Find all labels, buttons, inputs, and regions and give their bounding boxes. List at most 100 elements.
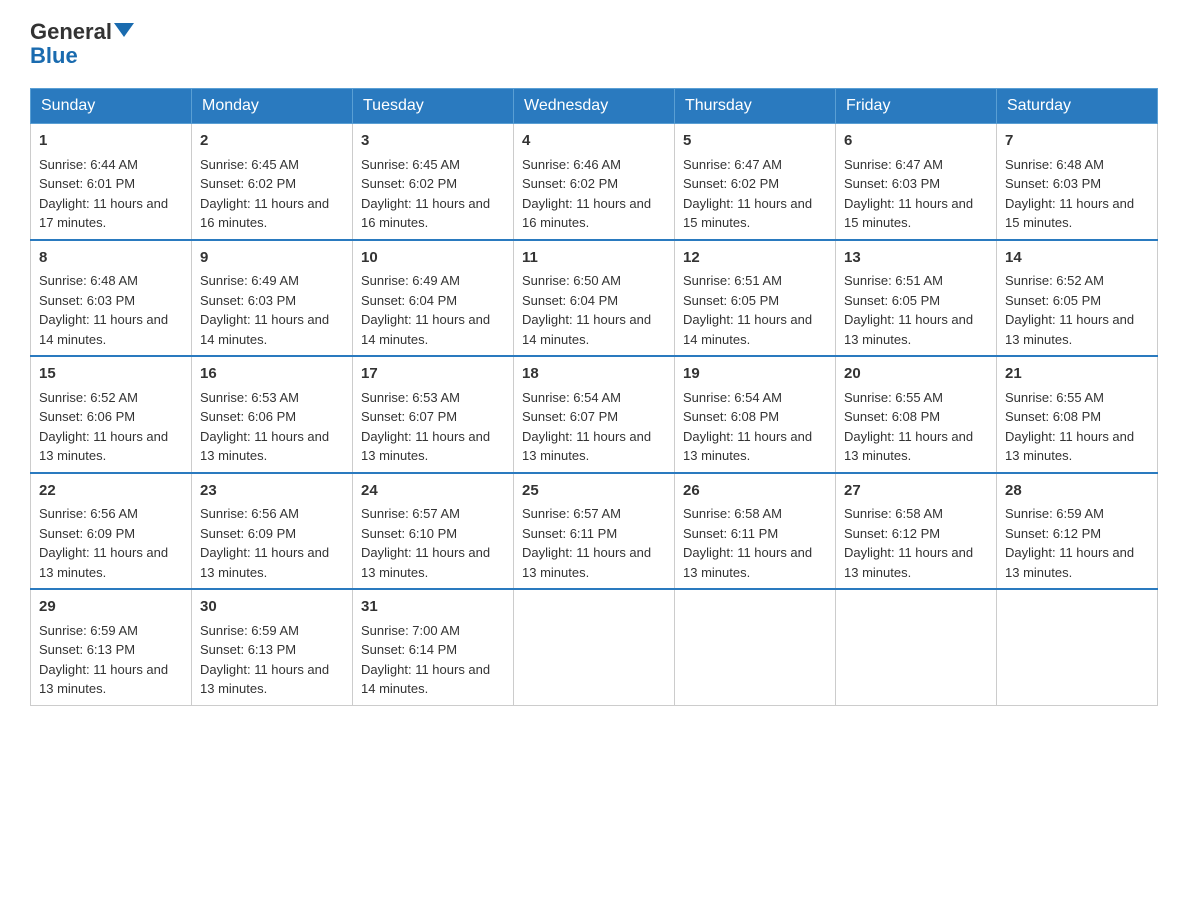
- calendar-cell: [836, 589, 997, 705]
- calendar-cell: 20 Sunrise: 6:55 AM Sunset: 6:08 PM Dayl…: [836, 356, 997, 473]
- logo: General Blue: [30, 20, 134, 68]
- sunset-text: Sunset: 6:12 PM: [1005, 526, 1101, 541]
- sunrise-text: Sunrise: 6:58 AM: [683, 506, 782, 521]
- daylight-text: Daylight: 11 hours and 14 minutes.: [361, 312, 490, 347]
- sunset-text: Sunset: 6:10 PM: [361, 526, 457, 541]
- calendar-cell: 24 Sunrise: 6:57 AM Sunset: 6:10 PM Dayl…: [353, 473, 514, 590]
- column-header-sunday: Sunday: [31, 89, 192, 124]
- daylight-text: Daylight: 11 hours and 13 minutes.: [522, 545, 651, 580]
- day-number: 10: [361, 247, 505, 270]
- daylight-text: Daylight: 11 hours and 14 minutes.: [200, 312, 329, 347]
- sunset-text: Sunset: 6:04 PM: [361, 293, 457, 308]
- day-number: 14: [1005, 247, 1149, 270]
- logo-blue: Blue: [30, 43, 78, 68]
- day-number: 2: [200, 130, 344, 153]
- day-number: 16: [200, 363, 344, 386]
- sunset-text: Sunset: 6:03 PM: [39, 293, 135, 308]
- sunset-text: Sunset: 6:05 PM: [1005, 293, 1101, 308]
- daylight-text: Daylight: 11 hours and 13 minutes.: [200, 662, 329, 697]
- calendar-cell: 29 Sunrise: 6:59 AM Sunset: 6:13 PM Dayl…: [31, 589, 192, 705]
- sunset-text: Sunset: 6:07 PM: [522, 409, 618, 424]
- daylight-text: Daylight: 11 hours and 13 minutes.: [39, 662, 168, 697]
- daylight-text: Daylight: 11 hours and 17 minutes.: [39, 196, 168, 231]
- daylight-text: Daylight: 11 hours and 13 minutes.: [1005, 545, 1134, 580]
- day-number: 6: [844, 130, 988, 153]
- sunrise-text: Sunrise: 6:48 AM: [1005, 157, 1104, 172]
- calendar-cell: 14 Sunrise: 6:52 AM Sunset: 6:05 PM Dayl…: [997, 240, 1158, 357]
- sunset-text: Sunset: 6:01 PM: [39, 176, 135, 191]
- sunrise-text: Sunrise: 6:57 AM: [522, 506, 621, 521]
- column-header-saturday: Saturday: [997, 89, 1158, 124]
- calendar-header-row: SundayMondayTuesdayWednesdayThursdayFrid…: [31, 89, 1158, 124]
- sunrise-text: Sunrise: 6:59 AM: [1005, 506, 1104, 521]
- calendar-cell: 6 Sunrise: 6:47 AM Sunset: 6:03 PM Dayli…: [836, 124, 997, 240]
- sunset-text: Sunset: 6:08 PM: [844, 409, 940, 424]
- daylight-text: Daylight: 11 hours and 13 minutes.: [844, 312, 973, 347]
- daylight-text: Daylight: 11 hours and 15 minutes.: [683, 196, 812, 231]
- calendar-cell: 9 Sunrise: 6:49 AM Sunset: 6:03 PM Dayli…: [192, 240, 353, 357]
- daylight-text: Daylight: 11 hours and 13 minutes.: [361, 429, 490, 464]
- calendar-cell: 28 Sunrise: 6:59 AM Sunset: 6:12 PM Dayl…: [997, 473, 1158, 590]
- calendar-cell: [675, 589, 836, 705]
- daylight-text: Daylight: 11 hours and 14 minutes.: [522, 312, 651, 347]
- sunrise-text: Sunrise: 6:47 AM: [683, 157, 782, 172]
- calendar-cell: 21 Sunrise: 6:55 AM Sunset: 6:08 PM Dayl…: [997, 356, 1158, 473]
- daylight-text: Daylight: 11 hours and 13 minutes.: [1005, 429, 1134, 464]
- day-number: 31: [361, 596, 505, 619]
- sunrise-text: Sunrise: 6:45 AM: [361, 157, 460, 172]
- daylight-text: Daylight: 11 hours and 13 minutes.: [39, 545, 168, 580]
- day-number: 5: [683, 130, 827, 153]
- sunset-text: Sunset: 6:03 PM: [844, 176, 940, 191]
- logo-triangle-icon: [114, 23, 134, 37]
- daylight-text: Daylight: 11 hours and 13 minutes.: [683, 429, 812, 464]
- sunrise-text: Sunrise: 6:56 AM: [200, 506, 299, 521]
- sunset-text: Sunset: 6:05 PM: [683, 293, 779, 308]
- sunrise-text: Sunrise: 6:46 AM: [522, 157, 621, 172]
- day-number: 21: [1005, 363, 1149, 386]
- day-number: 23: [200, 480, 344, 503]
- calendar-cell: 13 Sunrise: 6:51 AM Sunset: 6:05 PM Dayl…: [836, 240, 997, 357]
- sunset-text: Sunset: 6:11 PM: [522, 526, 617, 541]
- daylight-text: Daylight: 11 hours and 15 minutes.: [1005, 196, 1134, 231]
- day-number: 12: [683, 247, 827, 270]
- sunrise-text: Sunrise: 6:57 AM: [361, 506, 460, 521]
- sunset-text: Sunset: 6:08 PM: [1005, 409, 1101, 424]
- calendar-cell: [997, 589, 1158, 705]
- calendar-cell: 3 Sunrise: 6:45 AM Sunset: 6:02 PM Dayli…: [353, 124, 514, 240]
- sunrise-text: Sunrise: 6:48 AM: [39, 273, 138, 288]
- calendar-week-row: 1 Sunrise: 6:44 AM Sunset: 6:01 PM Dayli…: [31, 124, 1158, 240]
- calendar-cell: [514, 589, 675, 705]
- sunset-text: Sunset: 6:14 PM: [361, 642, 457, 657]
- day-number: 30: [200, 596, 344, 619]
- day-number: 29: [39, 596, 183, 619]
- calendar-week-row: 29 Sunrise: 6:59 AM Sunset: 6:13 PM Dayl…: [31, 589, 1158, 705]
- daylight-text: Daylight: 11 hours and 16 minutes.: [361, 196, 490, 231]
- day-number: 17: [361, 363, 505, 386]
- calendar-cell: 15 Sunrise: 6:52 AM Sunset: 6:06 PM Dayl…: [31, 356, 192, 473]
- day-number: 13: [844, 247, 988, 270]
- day-number: 7: [1005, 130, 1149, 153]
- daylight-text: Daylight: 11 hours and 13 minutes.: [844, 545, 973, 580]
- day-number: 9: [200, 247, 344, 270]
- day-number: 18: [522, 363, 666, 386]
- daylight-text: Daylight: 11 hours and 13 minutes.: [39, 429, 168, 464]
- sunrise-text: Sunrise: 6:52 AM: [39, 390, 138, 405]
- daylight-text: Daylight: 11 hours and 15 minutes.: [844, 196, 973, 231]
- calendar-cell: 26 Sunrise: 6:58 AM Sunset: 6:11 PM Dayl…: [675, 473, 836, 590]
- day-number: 3: [361, 130, 505, 153]
- sunset-text: Sunset: 6:06 PM: [39, 409, 135, 424]
- calendar-cell: 5 Sunrise: 6:47 AM Sunset: 6:02 PM Dayli…: [675, 124, 836, 240]
- day-number: 8: [39, 247, 183, 270]
- calendar-cell: 17 Sunrise: 6:53 AM Sunset: 6:07 PM Dayl…: [353, 356, 514, 473]
- sunrise-text: Sunrise: 6:49 AM: [361, 273, 460, 288]
- column-header-wednesday: Wednesday: [514, 89, 675, 124]
- sunrise-text: Sunrise: 6:53 AM: [200, 390, 299, 405]
- calendar-week-row: 15 Sunrise: 6:52 AM Sunset: 6:06 PM Dayl…: [31, 356, 1158, 473]
- daylight-text: Daylight: 11 hours and 13 minutes.: [361, 545, 490, 580]
- daylight-text: Daylight: 11 hours and 16 minutes.: [522, 196, 651, 231]
- day-number: 26: [683, 480, 827, 503]
- daylight-text: Daylight: 11 hours and 13 minutes.: [844, 429, 973, 464]
- calendar-cell: 12 Sunrise: 6:51 AM Sunset: 6:05 PM Dayl…: [675, 240, 836, 357]
- calendar-cell: 31 Sunrise: 7:00 AM Sunset: 6:14 PM Dayl…: [353, 589, 514, 705]
- daylight-text: Daylight: 11 hours and 13 minutes.: [522, 429, 651, 464]
